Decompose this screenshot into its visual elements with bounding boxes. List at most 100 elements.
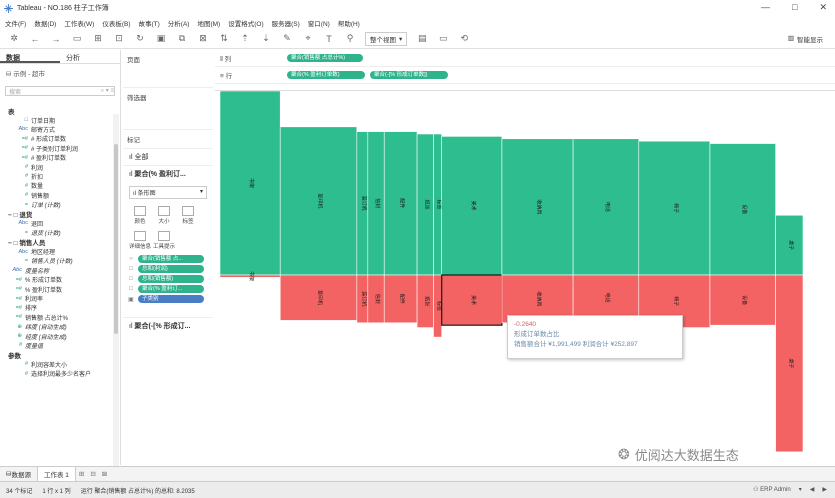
field-item[interactable]: □ 订单日期 [0, 115, 113, 125]
redo-icon[interactable]: → [50, 33, 62, 45]
clear-sheet-icon[interactable]: ⊠ [197, 33, 209, 45]
menu-data[interactable]: 数据(D) [34, 18, 56, 28]
mark-pill[interactable]: 总和(销售额) [138, 275, 204, 283]
tab-worksheet-1[interactable]: 工作表 1 [36, 467, 76, 481]
swap-rows-columns-icon[interactable]: ⇅ [218, 33, 230, 45]
field-item[interactable]: = 退货 (计数) [0, 228, 113, 238]
new-worksheet-icon[interactable]: ▣ [155, 33, 167, 45]
tooltip-button[interactable]: 工具提示 [153, 231, 175, 250]
field-item[interactable]: # 度量值 [0, 341, 113, 350]
labels-icon[interactable]: T [323, 33, 335, 45]
user-menu[interactable]: ⚇ ERP Admin [753, 486, 791, 493]
menu-help[interactable]: 帮助(H) [338, 18, 360, 28]
search-options-icon[interactable]: ⌕ ▾ ≡ [101, 87, 114, 95]
fit-select[interactable]: 整个视图 ▾ [365, 31, 408, 46]
field-item[interactable]: ⊕ 纬度 (自动生成) [0, 322, 113, 332]
sort-ascending-icon[interactable]: ⇡ [239, 33, 251, 45]
sort-descending-icon[interactable]: ⇣ [260, 33, 272, 45]
field-folder[interactable]: − □ 退货 [0, 209, 113, 219]
row-pill-2[interactable]: 聚合(-[% 形成订单数]) [370, 71, 448, 79]
color-button[interactable]: 颜色 [129, 206, 151, 225]
field-folder[interactable]: 参数 [0, 350, 113, 360]
share-icon[interactable]: ⟲ [458, 33, 470, 45]
tableau-home-icon[interactable]: ✲ [8, 33, 20, 45]
new-worksheet-icon[interactable]: ⊞ [76, 470, 87, 478]
column-pill[interactable]: 聚合(销售额 占总计%) [287, 54, 363, 62]
chart-view[interactable]: 书架 书架 复印机 复印机 装订机 装订机 信封 信封 配件 配件 纸张 纸张 标签 标签 美术 美术 收纳具收… [215, 90, 835, 465]
marks-card-1[interactable]: ıl 聚合(% 盈利订... [123, 165, 213, 182]
maximize-button[interactable]: □ [792, 2, 797, 13]
menu-format[interactable]: 设置格式(O) [228, 18, 263, 28]
scrollbar-thumb[interactable] [114, 144, 118, 334]
next-sheet-button[interactable]: ▶ [822, 486, 827, 493]
row-pill-1[interactable]: 聚合(% 盈利订单数) [287, 71, 365, 79]
marks-card-2[interactable]: ıl 聚合(-[% 形成订... [123, 317, 213, 334]
field-item[interactable]: ⊕ 经度 (自动生成) [0, 331, 113, 341]
presentation-icon[interactable]: ▭ [437, 33, 449, 45]
tab-datasource[interactable]: ⛁ 数据源 [0, 467, 37, 481]
marks-all-card[interactable]: ıl 全部 [123, 148, 213, 165]
save-icon[interactable]: ▭ [71, 33, 83, 45]
detail-button[interactable]: 详细信息 [129, 231, 151, 250]
field-item[interactable]: =#% 形成订单数 [0, 275, 113, 285]
new-dashboard-icon[interactable]: ⊟ [87, 470, 98, 478]
mark-encoding-icon[interactable]: □ [127, 286, 135, 292]
label-button[interactable]: 标签 [177, 206, 199, 225]
menu-file[interactable]: 文件(F) [5, 18, 26, 28]
close-button[interactable]: ✕ [819, 2, 827, 13]
columns-shelf[interactable]: ⦀ 列 聚合(销售额 占总计%) [215, 50, 835, 67]
minimize-button[interactable]: — [761, 2, 770, 13]
tab-data[interactable]: 数据 [0, 50, 60, 63]
menu-server[interactable]: 服务器(S) [272, 18, 300, 28]
field-item[interactable]: = 订单 (计数) [0, 200, 113, 210]
field-item[interactable]: # 折扣 [0, 172, 113, 181]
fix-axes-icon[interactable]: ⚲ [344, 33, 356, 45]
prev-sheet-button[interactable]: ◀ [810, 486, 815, 493]
new-story-icon[interactable]: ⊠ [99, 470, 110, 478]
field-item[interactable]: =# # 盈利订单数 [0, 153, 113, 163]
field-item[interactable]: # 数量 [0, 181, 113, 191]
field-item[interactable]: Abc 退回 [0, 219, 113, 228]
show-cards-icon[interactable]: ▤ [416, 33, 428, 45]
field-list-scrollbar[interactable] [113, 114, 119, 476]
refresh-icon[interactable]: ↻ [134, 33, 146, 45]
undo-icon[interactable]: ← [29, 33, 41, 45]
search-input[interactable]: 搜索 ⌕ ▾ ≡ [5, 86, 115, 96]
mark-encoding-icon[interactable]: ▣ [127, 296, 135, 303]
rows-shelf[interactable]: ≡ 行 聚合(% 盈利订单数) 聚合(-[% 形成订单数]) [215, 67, 835, 84]
pause-updates-icon[interactable]: ⊡ [113, 33, 125, 45]
field-item[interactable]: =# 排序 [0, 303, 113, 313]
mark-pill[interactable]: 聚合(% 盈利订... [138, 285, 204, 293]
size-button[interactable]: 大小 [153, 206, 175, 225]
field-item[interactable]: # 选择利润最多少名客户 [0, 369, 113, 379]
field-item[interactable]: =# 利润率 [0, 294, 113, 304]
field-item[interactable]: =# # 子类别订单利润 [0, 144, 113, 153]
mark-pill[interactable]: 聚合(销售额 占... [138, 255, 204, 263]
field-item[interactable]: =# # 形成订单数 [0, 134, 113, 144]
menu-window[interactable]: 窗口(N) [308, 18, 330, 28]
mark-type-select[interactable]: ıl 条形图 ▾ [129, 186, 207, 199]
mark-pill[interactable]: 总和(利润) [138, 265, 204, 273]
show-me-button[interactable]: ▥ 智能显示 [788, 34, 823, 44]
duplicate-sheet-icon[interactable]: ⧉ [176, 33, 188, 45]
highlight-icon[interactable]: ✎ [281, 33, 293, 45]
menu-analysis[interactable]: 分析(A) [168, 18, 190, 28]
field-item[interactable]: # 销售额 [0, 191, 113, 200]
mark-pill[interactable]: 子类别 [138, 295, 204, 303]
field-item[interactable]: Abc 度量名称 [0, 266, 113, 275]
datasource-item[interactable]: ⛁ 示例 - 超市 [0, 64, 120, 82]
field-item[interactable]: =#% 盈利订单数 [0, 284, 113, 294]
group-icon[interactable]: ⌖ [302, 33, 314, 45]
field-item[interactable]: # 利润 [0, 162, 113, 172]
field-folder[interactable]: 表 [0, 106, 113, 116]
field-item[interactable]: = 销售人员 (计数) [0, 256, 113, 266]
field-folder[interactable]: − □ 销售人员 [0, 237, 113, 247]
tab-analysis[interactable]: 分析 [60, 50, 120, 63]
mark-encoding-icon[interactable]: □ [127, 276, 135, 282]
field-item[interactable]: Abc 邮寄方式 [0, 125, 113, 134]
mark-encoding-icon[interactable]: ○ [127, 256, 135, 262]
field-item[interactable]: Abc 地区经理 [0, 247, 113, 257]
menu-worksheet[interactable]: 工作表(W) [64, 18, 94, 28]
user-menu-chevron[interactable]: ▾ [799, 486, 802, 493]
menu-dashboard[interactable]: 仪表板(B) [102, 18, 130, 28]
